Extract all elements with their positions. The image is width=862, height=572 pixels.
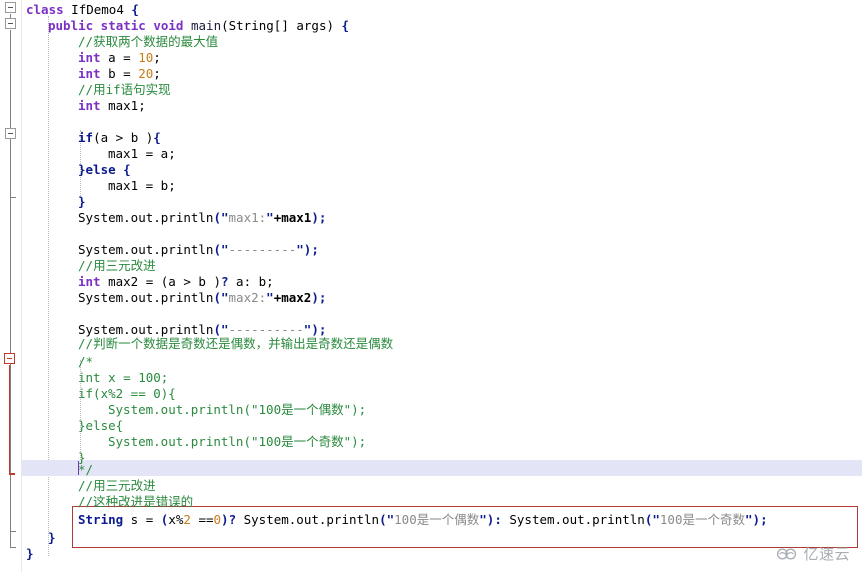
code-line-10[interactable]: }else { [78,162,131,178]
code-line-18[interactable]: System.out.println("max2:"+max2); [78,290,326,306]
code-editor-window[interactable]: class IfDemo4 { public static void main(… [0,0,862,572]
current-line-highlight [22,460,862,476]
code-line-22-block-comment-open[interactable]: /* [78,354,93,370]
code-line-3[interactable]: int a = 10; [78,50,161,66]
code-line-33[interactable]: } [48,530,56,546]
code-line-17[interactable]: int max2 = (a > b )? a: b; [78,274,274,290]
token-keyword: class [26,2,64,17]
code-line-26[interactable]: }else{ [78,418,123,434]
code-line-30-comment[interactable]: //用三元改进 [78,478,156,494]
code-line-34[interactable]: } [26,546,34,562]
code-line-2-comment[interactable]: //获取两个数据的最大值 [78,34,218,50]
code-surface[interactable]: class IfDemo4 { public static void main(… [22,0,862,572]
fold-marker-class[interactable] [5,2,16,13]
code-line-13[interactable]: System.out.println("max1:"+max1); [78,210,326,226]
code-line-15[interactable]: System.out.println("---------"); [78,242,319,258]
fold-marker-comment-block[interactable] [4,353,15,364]
code-line-32-error-statement[interactable]: String s = (x%2 ==0)? System.out.println… [78,512,768,528]
code-line-0[interactable]: class IfDemo4 { [26,2,139,18]
code-line-16-comment[interactable]: //用三元改进 [78,258,156,274]
fold-gutter[interactable] [0,0,22,572]
code-line-23[interactable]: int x = 100; [78,370,168,386]
code-line-24[interactable]: if(x%2 == 0){ [78,386,176,402]
fold-marker-main[interactable] [5,18,16,29]
code-line-9[interactable]: max1 = a; [108,146,176,162]
fold-end-comment-block [9,473,15,475]
code-line-1[interactable]: public static void main(String[] args) { [48,18,349,34]
code-line-31-comment[interactable]: //这种改进是错误的 [78,494,193,510]
code-line-8[interactable]: if(a > b ){ [78,130,161,146]
fold-end-class [10,547,16,548]
watermark: 亿速云 [776,543,850,564]
code-line-12[interactable]: } [78,194,86,210]
code-line-25[interactable]: System.out.println("100是一个偶数"); [108,402,366,418]
watermark-text: 亿速云 [803,545,850,563]
fold-rail-main [10,30,11,355]
code-line-21-comment[interactable]: //判断一个数据是奇数还是偶数，并输出是奇数还是偶数 [78,336,393,352]
cloud-logo-icon [776,547,798,561]
fold-marker-if[interactable] [5,128,16,139]
fold-end-main [10,531,16,532]
code-line-6[interactable]: int max1; [78,98,146,114]
code-line-5-comment[interactable]: //用if语句实现 [78,82,171,98]
code-line-11[interactable]: max1 = b; [108,178,176,194]
fold-rail-main-lower [10,355,11,548]
code-line-29-block-comment-close[interactable]: */ [78,462,93,478]
code-line-4[interactable]: int b = 20; [78,66,161,82]
fold-end-if [10,197,16,198]
code-line-27[interactable]: System.out.println("100是一个奇数"); [108,434,366,450]
